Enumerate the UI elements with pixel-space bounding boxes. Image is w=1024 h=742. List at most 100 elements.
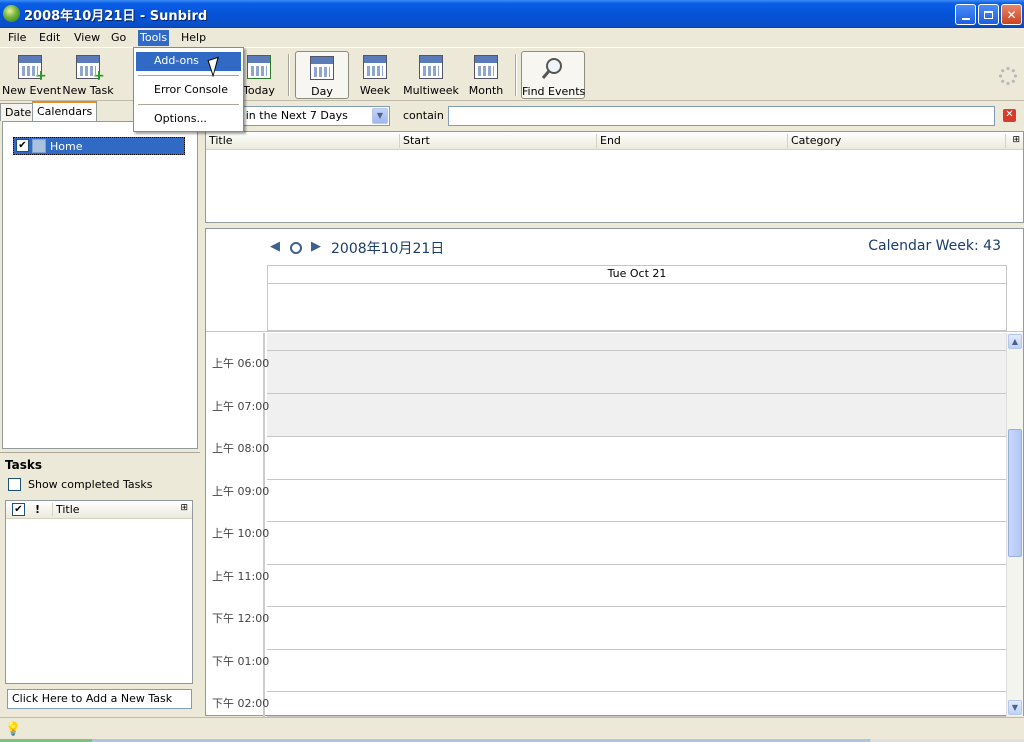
today-circle-icon[interactable] [290,242,302,254]
toolbar-separator [288,54,290,96]
day-view-icon [310,56,334,80]
menu-go[interactable]: Go [109,30,128,46]
toolbar-separator [515,54,517,96]
calendar-list: ✔ Home [2,121,198,449]
new-task-input[interactable]: Click Here to Add a New Task [7,689,192,709]
day-view-scrollbar[interactable]: ▲ ▼ [1006,333,1023,716]
new-task-label: New Task [62,84,114,97]
time-slot[interactable] [267,480,1006,522]
close-icon: ✕ [1006,7,1017,22]
today-icon [247,55,271,79]
week-view-icon [363,55,387,79]
column-picker-icon[interactable]: ⊞ [1012,135,1020,145]
restore-icon [984,10,993,19]
calendar-home-label: Home [50,140,83,153]
month-view-label: Month [468,84,504,97]
sunbird-app-icon [3,5,20,22]
column-category[interactable]: Category [788,134,1006,148]
hour-label: 上午 09:00 [212,485,270,498]
contain-label: contain [403,109,444,122]
time-slot[interactable] [267,650,1006,692]
task-list: ✔ ! Title ⊞ [5,500,193,684]
status-bar: 💡 [0,717,1024,742]
menu-separator [138,104,239,105]
day-view-button[interactable]: Day [295,51,349,99]
minimize-icon [961,17,970,20]
multiweek-view-label: Multiweek [403,84,459,97]
event-search-input[interactable] [448,106,995,126]
window-title: 2008年10月21日 - Sunbird [24,9,208,24]
today-label: Today [243,84,275,97]
task-list-header: ✔ ! Title ⊞ [6,501,192,519]
new-task-button[interactable]: + New Task [60,51,116,99]
task-priority-column[interactable]: ! [35,503,40,516]
next-day-icon[interactable]: ▶ [311,239,321,254]
left-panel-splitter[interactable] [0,452,200,456]
menu-tools[interactable]: Tools [138,30,170,46]
scroll-thumb[interactable] [1008,429,1022,557]
throbber-icon [998,66,1018,86]
find-events-button[interactable]: Find Events [521,51,585,99]
multiweek-view-button[interactable]: Multiweek [402,51,460,99]
menu-view[interactable]: View [72,30,102,46]
restore-button[interactable] [978,4,999,25]
time-slot[interactable] [267,351,1006,394]
menu-help[interactable]: Help [179,30,208,46]
menu-edit[interactable]: Edit [37,30,62,46]
column-title[interactable]: Title [206,134,400,148]
close-button[interactable]: ✕ [1001,4,1022,25]
hour-label: 下午 01:00 [212,655,270,668]
day-column-label: Tue Oct 21 [268,267,1006,284]
menu-file[interactable]: File [6,30,28,46]
time-grid[interactable]: 上午 06:00 上午 07:00 上午 08:00 上午 09:00 上午 1… [206,333,1006,717]
calendar-color-swatch [32,139,46,153]
lightbulb-icon: 💡 [5,722,22,737]
calendar-item-home[interactable]: ✔ Home [13,137,185,155]
event-filter-bar: Events in the Next 7 Days ▼ contain ✕ [200,101,1024,131]
hour-label: 上午 08:00 [212,442,270,455]
hour-label: 下午 02:00 [212,697,270,710]
week-view-button[interactable]: Week [354,51,396,99]
task-completed-column[interactable]: ✔ [12,503,25,516]
tab-calendars[interactable]: Calendars [32,101,98,122]
scroll-down-icon[interactable]: ▼ [1008,700,1022,715]
find-events-label: Find Events [522,85,586,98]
menu-item-options[interactable]: Options... [136,110,241,129]
title-bar[interactable]: 2008年10月21日 - Sunbird ✕ [0,0,1024,28]
time-slot[interactable] [267,394,1006,437]
menu-item-add-ons[interactable]: Add-ons [136,52,241,71]
show-completed-checkbox[interactable] [8,478,21,491]
hour-label: 上午 07:00 [212,400,270,413]
magnifier-icon [541,58,562,79]
time-slot[interactable] [267,607,1006,650]
time-slot[interactable] [267,333,1006,351]
time-slot[interactable] [267,437,1006,480]
scroll-up-icon[interactable]: ▲ [1008,334,1022,349]
calendar-home-checkbox[interactable]: ✔ [16,139,29,152]
time-slot[interactable] [267,692,1006,717]
column-picker-icon[interactable]: ⊞ [180,503,188,513]
month-view-icon [474,55,498,79]
menu-separator [138,75,239,76]
time-slot[interactable] [267,565,1006,607]
column-end[interactable]: End [597,134,788,148]
all-day-separator [206,331,1023,332]
tab-date[interactable]: Date [0,103,37,121]
menu-item-error-console[interactable]: Error Console [136,81,241,100]
day-column-header: Tue Oct 21 [267,265,1007,331]
multiweek-view-icon [419,55,443,79]
minimize-button[interactable] [955,4,976,25]
previous-day-icon[interactable]: ◀ [270,239,280,254]
today-button[interactable]: Today [240,51,278,99]
clear-search-icon[interactable]: ✕ [1003,109,1016,122]
month-view-button[interactable]: Month [465,51,507,99]
chevron-down-icon[interactable]: ▼ [372,108,388,124]
column-start[interactable]: Start [400,134,597,148]
task-title-column[interactable]: Title [52,503,172,516]
event-list: Title Start End Category ⊞ [205,131,1024,223]
new-event-button[interactable]: + New Event [2,51,61,99]
hour-label: 下午 12:00 [212,612,270,625]
tools-menu: Add-ons Error Console Options... [133,47,244,132]
time-slot[interactable] [267,522,1006,565]
day-view-label: Day [311,85,333,98]
